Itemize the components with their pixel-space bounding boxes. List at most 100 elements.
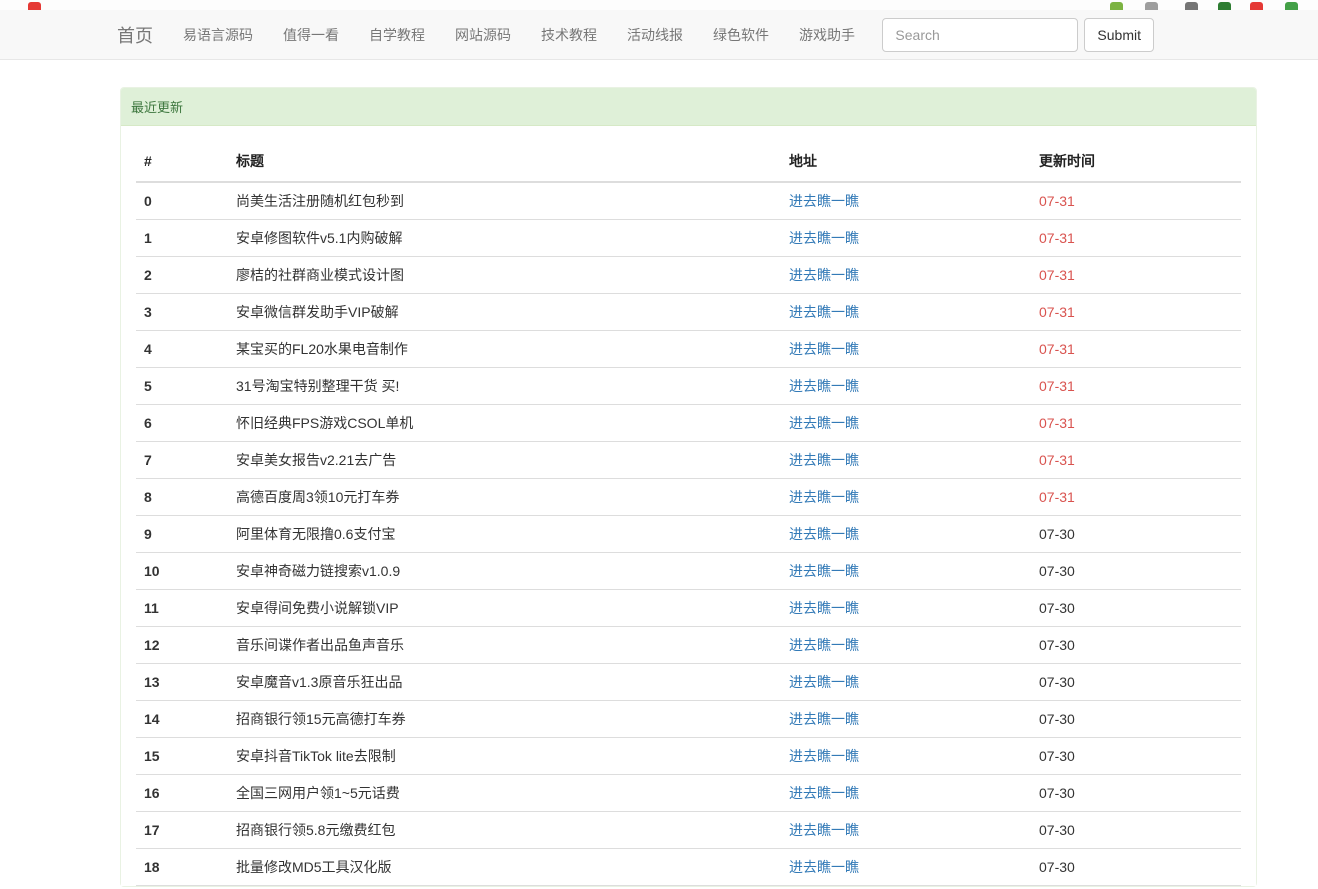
go-see-link[interactable]: 进去瞧一瞧	[789, 304, 859, 320]
go-see-link[interactable]: 进去瞧一瞧	[789, 563, 859, 579]
table-row: 2廖桔的社群商业模式设计图进去瞧一瞧07-31	[136, 257, 1241, 294]
nav-items: 易语言源码值得一看自学教程网站源码技术教程活动线报绿色软件游戏助手	[168, 9, 870, 61]
nav-item: 值得一看	[268, 9, 354, 61]
row-title: 安卓修图软件v5.1内购破解	[228, 220, 781, 257]
updates-table: #标题地址更新时间 0尚美生活注册随机红包秒到进去瞧一瞧07-311安卓修图软件…	[136, 141, 1241, 886]
nav-item-link[interactable]: 值得一看	[268, 9, 354, 61]
panel-body: #标题地址更新时间 0尚美生活注册随机红包秒到进去瞧一瞧07-311安卓修图软件…	[121, 126, 1256, 886]
row-title: 批量修改MD5工具汉化版	[228, 849, 781, 886]
go-see-link[interactable]: 进去瞧一瞧	[789, 748, 859, 764]
nav-item: 自学教程	[354, 9, 440, 61]
nav-item-link[interactable]: 游戏助手	[784, 9, 870, 61]
go-see-link[interactable]: 进去瞧一瞧	[789, 378, 859, 394]
go-see-link[interactable]: 进去瞧一瞧	[789, 785, 859, 801]
table-row: 1安卓修图软件v5.1内购破解进去瞧一瞧07-31	[136, 220, 1241, 257]
row-update-date: 07-30	[1031, 664, 1241, 701]
submit-button[interactable]: Submit	[1084, 18, 1154, 52]
row-link-cell: 进去瞧一瞧	[781, 405, 1031, 442]
nav-brand-home[interactable]: 首页	[117, 22, 168, 48]
browser-extension-icon-6[interactable]	[1285, 2, 1298, 10]
table-row: 9阿里体育无限撸0.6支付宝进去瞧一瞧07-30	[136, 516, 1241, 553]
row-update-date: 07-31	[1031, 442, 1241, 479]
row-index: 3	[136, 294, 228, 331]
row-title: 招商银行领15元高德打车券	[228, 701, 781, 738]
table-row: 6怀旧经典FPS游戏CSOL单机进去瞧一瞧07-31	[136, 405, 1241, 442]
go-see-link[interactable]: 进去瞧一瞧	[789, 415, 859, 431]
go-see-link[interactable]: 进去瞧一瞧	[789, 822, 859, 838]
browser-extension-icon-4[interactable]	[1218, 2, 1231, 10]
row-index: 15	[136, 738, 228, 775]
search-input[interactable]	[882, 18, 1078, 52]
row-update-date: 07-30	[1031, 516, 1241, 553]
browser-extension-icon-5[interactable]	[1250, 2, 1263, 10]
row-title: 安卓微信群发助手VIP破解	[228, 294, 781, 331]
row-title: 怀旧经典FPS游戏CSOL单机	[228, 405, 781, 442]
row-update-date: 07-30	[1031, 627, 1241, 664]
nav-item-link[interactable]: 绿色软件	[698, 9, 784, 61]
row-link-cell: 进去瞧一瞧	[781, 553, 1031, 590]
row-link-cell: 进去瞧一瞧	[781, 516, 1031, 553]
navbar: 首页 易语言源码值得一看自学教程网站源码技术教程活动线报绿色软件游戏助手 Sub…	[0, 10, 1318, 60]
row-index: 14	[136, 701, 228, 738]
table-row: 16全国三网用户领1~5元话费进去瞧一瞧07-30	[136, 775, 1241, 812]
go-see-link[interactable]: 进去瞧一瞧	[789, 600, 859, 616]
row-title: 某宝买的FL20水果电音制作	[228, 331, 781, 368]
row-update-date: 07-31	[1031, 294, 1241, 331]
row-index: 7	[136, 442, 228, 479]
row-title: 音乐间谍作者出品鱼声音乐	[228, 627, 781, 664]
row-update-date: 07-31	[1031, 257, 1241, 294]
row-index: 6	[136, 405, 228, 442]
go-see-link[interactable]: 进去瞧一瞧	[789, 526, 859, 542]
browser-extension-icon-3[interactable]	[1185, 2, 1198, 10]
nav-item-link[interactable]: 自学教程	[354, 9, 440, 61]
browser-extension-icon-left[interactable]	[28, 2, 41, 10]
row-update-date: 07-30	[1031, 738, 1241, 775]
go-see-link[interactable]: 进去瞧一瞧	[789, 230, 859, 246]
go-see-link[interactable]: 进去瞧一瞧	[789, 452, 859, 468]
row-index: 11	[136, 590, 228, 627]
go-see-link[interactable]: 进去瞧一瞧	[789, 674, 859, 690]
table-row: 4某宝买的FL20水果电音制作进去瞧一瞧07-31	[136, 331, 1241, 368]
row-title: 廖桔的社群商业模式设计图	[228, 257, 781, 294]
row-update-date: 07-31	[1031, 182, 1241, 220]
nav-item: 游戏助手	[784, 9, 870, 61]
browser-extension-icon-2[interactable]	[1145, 2, 1158, 10]
row-link-cell: 进去瞧一瞧	[781, 182, 1031, 220]
nav-item-link[interactable]: 技术教程	[526, 9, 612, 61]
navbar-inner: 首页 易语言源码值得一看自学教程网站源码技术教程活动线报绿色软件游戏助手 Sub…	[117, 9, 1154, 61]
row-link-cell: 进去瞧一瞧	[781, 775, 1031, 812]
table-row: 8高德百度周3领10元打车券进去瞧一瞧07-31	[136, 479, 1241, 516]
nav-item-link[interactable]: 活动线报	[612, 9, 698, 61]
row-index: 5	[136, 368, 228, 405]
row-index: 18	[136, 849, 228, 886]
table-row: 14招商银行领15元高德打车券进去瞧一瞧 07-30	[136, 701, 1241, 738]
nav-item-link[interactable]: 网站源码	[440, 9, 526, 61]
go-see-link[interactable]: 进去瞧一瞧	[789, 341, 859, 357]
row-link-cell: 进去瞧一瞧	[781, 664, 1031, 701]
row-link-cell: 进去瞧一瞧	[781, 331, 1031, 368]
nav-item: 技术教程	[526, 9, 612, 61]
go-see-link[interactable]: 进去瞧一瞧	[789, 193, 859, 209]
row-update-date: 07-30	[1031, 701, 1241, 738]
row-index: 13	[136, 664, 228, 701]
go-see-link[interactable]: 进去瞧一瞧	[789, 267, 859, 283]
go-see-link[interactable]: 进去瞧一瞧	[789, 859, 859, 875]
table-row: 17招商银行领5.8元缴费红包进去瞧一瞧07-30	[136, 812, 1241, 849]
row-title: 安卓美女报告v2.21去广告	[228, 442, 781, 479]
go-see-link[interactable]: 进去瞧一瞧	[789, 489, 859, 505]
row-update-date: 07-30	[1031, 849, 1241, 886]
row-index: 1	[136, 220, 228, 257]
row-title: 安卓抖音TikTok lite去限制	[228, 738, 781, 775]
row-link-cell: 进去瞧一瞧	[781, 738, 1031, 775]
go-see-link[interactable]: 进去瞧一瞧	[789, 637, 859, 653]
nav-item: 绿色软件	[698, 9, 784, 61]
column-header: #	[136, 141, 228, 182]
row-index: 9	[136, 516, 228, 553]
row-update-date: 07-30	[1031, 812, 1241, 849]
table-row: 15安卓抖音TikTok lite去限制进去瞧一瞧 07-30	[136, 738, 1241, 775]
browser-extension-icon-1[interactable]	[1110, 2, 1123, 10]
nav-item-link[interactable]: 易语言源码	[168, 9, 268, 61]
row-title: 31号淘宝特别整理干货 买!	[228, 368, 781, 405]
row-index: 4	[136, 331, 228, 368]
go-see-link[interactable]: 进去瞧一瞧	[789, 711, 859, 727]
